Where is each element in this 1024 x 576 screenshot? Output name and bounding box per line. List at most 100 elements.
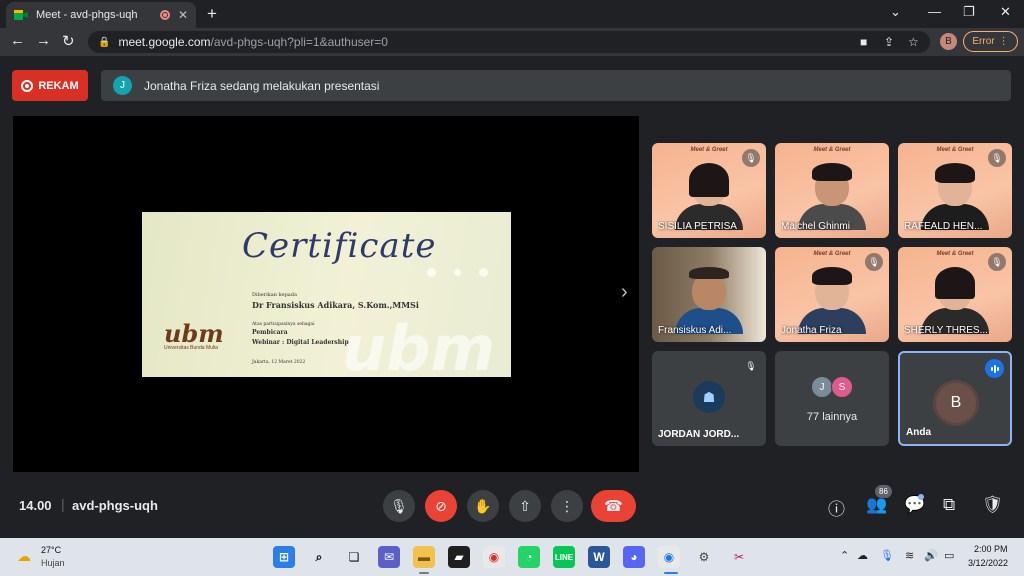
certificate-role-label: Atas partisipasinya sebagai	[252, 322, 315, 327]
certificate-role: Pembicara	[252, 329, 288, 336]
google-meet-icon	[14, 9, 28, 21]
teams-chat-icon[interactable]: ✉	[378, 546, 400, 568]
reload-icon[interactable]: ↻	[62, 32, 75, 50]
file-explorer-icon[interactable]: ▬	[413, 546, 435, 568]
weather-icon[interactable]: ☁	[17, 548, 31, 565]
participant-name: Fransiskus Adi...	[658, 325, 732, 336]
mic-off-icon: 🎙	[988, 149, 1006, 167]
snipping-tool-icon[interactable]: ✂	[728, 546, 750, 568]
speaking-indicator-icon	[985, 359, 1004, 378]
present-button[interactable]: ⇧	[509, 490, 541, 522]
close-tab-icon[interactable]: ✕	[178, 8, 188, 22]
record-icon	[21, 79, 34, 92]
error-label: Error	[972, 36, 995, 47]
onedrive-icon[interactable]: ☁	[857, 549, 868, 562]
microphone-in-use-icon[interactable]: 🎙	[880, 549, 894, 562]
participant-name: Maichel Ghinmi	[781, 221, 850, 232]
line-icon[interactable]: LINE	[553, 546, 575, 568]
battery-icon[interactable]: ▭	[944, 549, 954, 562]
meeting-details-icon[interactable]: ⓘ	[828, 495, 845, 520]
discord-icon[interactable]: ◕	[623, 546, 645, 568]
decorative-dot	[454, 269, 461, 276]
clock-date[interactable]: 3/12/2022	[968, 558, 1008, 568]
browser-tab-meet[interactable]: Meet - avd-phgs-uqh ✕	[6, 2, 196, 28]
recording-label: REKAM	[38, 79, 79, 92]
whatsapp-icon[interactable]: ◔	[518, 546, 540, 568]
more-participants-tile[interactable]: J S 77 lainnya	[775, 351, 889, 446]
people-count-badge: 86	[875, 485, 892, 498]
wifi-icon[interactable]: ≋	[905, 549, 914, 562]
participant-name: Jonatha Friza	[781, 325, 842, 336]
more-options-button[interactable]: ⋮	[551, 490, 583, 522]
settings-gear-icon[interactable]: ⚙	[693, 546, 715, 568]
active-indicator	[664, 572, 678, 574]
address-bar[interactable]: 🔒 meet.google.com/avd-phgs-uqh?pli=1&aut…	[88, 31, 930, 53]
activities-icon[interactable]: ⧉	[943, 495, 955, 515]
restore-icon[interactable]: ❐	[963, 4, 975, 20]
certificate-date: Jakarta, 12 Maret 2022	[252, 360, 306, 365]
tab-search-icon[interactable]: ⌄	[890, 4, 901, 20]
more-vertical-icon: ⋮	[560, 497, 574, 514]
participant-tile[interactable]: Meet & Greet 🎙 RAFEALD HEN...	[898, 143, 1012, 238]
sync-error-button[interactable]: Error ⋮	[963, 31, 1018, 52]
mic-off-icon: 🎙	[745, 360, 757, 371]
weather-description: Hujan	[41, 558, 65, 568]
mic-off-icon: 🎙	[988, 253, 1006, 271]
certificate-title: Certificate	[242, 226, 437, 266]
certificate-given-to: Diberikan kepada	[252, 292, 297, 298]
decorative-dot	[427, 268, 436, 277]
volume-icon[interactable]: 🔊	[924, 549, 938, 562]
host-controls-icon[interactable]: 🛡	[982, 495, 1004, 515]
participant-tile[interactable]: Meet & Greet 🎙 Jonatha Friza	[775, 247, 889, 342]
weather-temperature: 27°C	[41, 545, 62, 555]
participant-name: JORDAN JORD...	[658, 429, 740, 440]
minimize-icon[interactable]: —	[928, 4, 941, 19]
raise-hand-button[interactable]: ✋	[467, 490, 499, 522]
url-host: meet.google.com	[118, 35, 211, 49]
camera-off-button[interactable]: ⊘	[425, 490, 457, 522]
back-icon[interactable]: ←	[10, 32, 25, 49]
profile-avatar[interactable]: B	[940, 33, 957, 50]
meeting-separator: |	[61, 496, 65, 512]
bookmark-star-icon[interactable]: ☆	[908, 35, 919, 49]
self-tile[interactable]: B Anda	[898, 351, 1012, 446]
word-icon[interactable]: W	[588, 546, 610, 568]
clock-time[interactable]: 2:00 PM	[974, 544, 1008, 554]
lock-icon: 🔒	[98, 36, 111, 48]
share-icon[interactable]: ⇪	[884, 35, 894, 49]
windows-start-icon[interactable]: ⊞	[273, 546, 295, 568]
participant-name: SHERLY THRES...	[904, 325, 988, 336]
leave-call-button[interactable]: ☎	[591, 490, 636, 522]
participant-tile[interactable]: ☗ 🎙 JORDAN JORD...	[652, 351, 766, 446]
new-tab-button[interactable]: +	[207, 4, 217, 24]
participant-tile[interactable]: Fransiskus Adi...	[652, 247, 766, 342]
chrome-profile-icon[interactable]: ◉	[658, 546, 680, 568]
people-icon[interactable]: 👥	[866, 495, 887, 515]
sticky-notes-icon[interactable]: ▰	[448, 546, 470, 568]
browser-tab-strip: Meet - avd-phgs-uqh ✕ + ⌄ — ❐ ✕	[0, 0, 1024, 28]
presenter-avatar: J	[113, 76, 132, 95]
participant-tile[interactable]: Meet & Greet 🎙 SISILIA PETRISA	[652, 143, 766, 238]
recording-badge[interactable]: REKAM	[12, 70, 88, 101]
task-view-icon[interactable]: ❏	[343, 546, 365, 568]
chevron-up-icon[interactable]: ⌃	[840, 549, 849, 562]
forward-icon[interactable]: →	[36, 32, 51, 49]
presentation-stage[interactable]: ubm Certificate Diberikan kepada Dr Fran…	[13, 116, 639, 472]
participant-name: SISILIA PETRISA	[658, 221, 737, 232]
browser-toolbar: ← → ↻ 🔒 meet.google.com/avd-phgs-uqh?pli…	[0, 28, 1024, 56]
meeting-code: avd-phgs-uqh	[72, 498, 158, 513]
search-icon[interactable]: ⌕	[308, 546, 330, 568]
participant-tile[interactable]: Meet & Greet 🎙 SHERLY THRES...	[898, 247, 1012, 342]
chevron-right-icon[interactable]: ›	[621, 281, 628, 304]
participant-tile[interactable]: Meet & Greet Maichel Ghinmi	[775, 143, 889, 238]
certificate-slide: ubm Certificate Diberikan kepada Dr Fran…	[142, 212, 511, 377]
participant-name: Anda	[906, 427, 931, 438]
more-vertical-icon: ⋮	[998, 36, 1009, 47]
event-banner: Meet & Greet	[813, 147, 851, 153]
chrome-icon[interactable]: ◉	[483, 546, 505, 568]
close-window-icon[interactable]: ✕	[1000, 4, 1011, 20]
hand-icon: ✋	[474, 497, 492, 514]
camera-in-use-icon[interactable]: ■	[860, 35, 867, 49]
microphone-button[interactable]: 🎙	[383, 490, 415, 522]
present-screen-icon: ⇧	[519, 497, 531, 514]
